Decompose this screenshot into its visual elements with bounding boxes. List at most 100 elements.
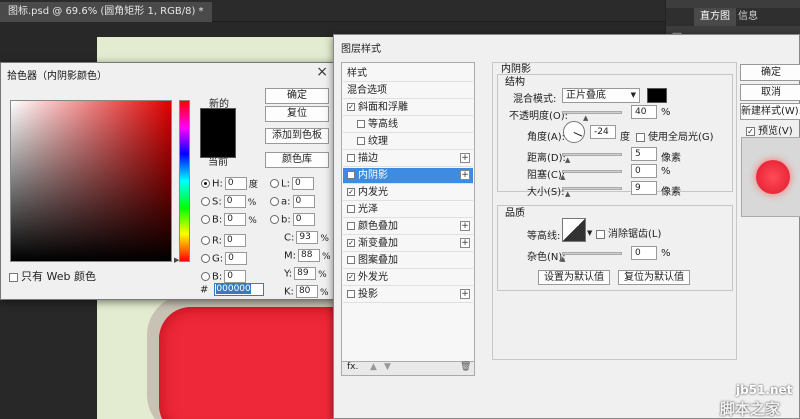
reset-to-default-button[interactable]: 复位为默认值 bbox=[618, 270, 690, 285]
web-colors-only-checkbox[interactable]: 只有 Web 颜色 bbox=[9, 268, 96, 284]
slider-thumb-icon[interactable]: ▲ bbox=[560, 255, 565, 263]
choke-slider[interactable]: ▲ bbox=[560, 170, 622, 181]
angle-input[interactable]: -24 bbox=[590, 125, 616, 139]
noise-input[interactable]: 0 bbox=[631, 246, 657, 260]
close-icon[interactable]: × bbox=[316, 64, 328, 80]
color-libraries-button[interactable]: 颜色库 bbox=[265, 152, 329, 168]
h-input[interactable]: 0 bbox=[224, 177, 247, 190]
radio-a[interactable] bbox=[270, 197, 279, 206]
move-up-icon[interactable]: ▲ bbox=[370, 362, 377, 372]
brightness-input[interactable]: 0 bbox=[224, 213, 247, 226]
m-input[interactable]: 88 bbox=[298, 249, 320, 262]
checkbox-icon[interactable]: ✓ bbox=[347, 239, 355, 247]
y-input[interactable]: 89 bbox=[294, 267, 317, 280]
add-to-swatches-button[interactable]: 添加到色板 bbox=[265, 128, 329, 144]
g-input[interactable]: 0 bbox=[225, 252, 248, 265]
add-icon[interactable]: + bbox=[460, 170, 470, 180]
chevron-down-icon[interactable]: ▼ bbox=[587, 229, 592, 237]
make-default-button[interactable]: 设置为默认值 bbox=[538, 270, 610, 285]
k-input[interactable]: 80 bbox=[295, 285, 318, 298]
blend-mode-select[interactable]: 正片叠底 ▼ bbox=[562, 88, 640, 103]
size-slider[interactable]: ▲ bbox=[562, 187, 622, 198]
checkbox-icon[interactable] bbox=[9, 272, 18, 282]
style-bevel[interactable]: ✓ 斜面和浮雕 bbox=[343, 100, 473, 116]
contour-preview[interactable] bbox=[562, 218, 586, 242]
size-input[interactable]: 9 bbox=[631, 181, 657, 195]
checkbox-icon[interactable] bbox=[357, 120, 365, 128]
checkbox-icon[interactable] bbox=[347, 154, 355, 162]
style-blend-options[interactable]: 混合选项 bbox=[343, 83, 473, 99]
add-icon[interactable]: + bbox=[460, 238, 470, 248]
style-inner-shadow[interactable]: ✓ 内阴影 + bbox=[343, 168, 473, 184]
shadow-color-swatch[interactable] bbox=[647, 88, 667, 103]
add-icon[interactable]: + bbox=[460, 221, 470, 231]
tab-info[interactable]: 信息 bbox=[732, 8, 764, 26]
checkbox-icon[interactable]: ✓ bbox=[347, 273, 355, 281]
angle-dial[interactable] bbox=[563, 121, 585, 143]
hue-slider[interactable] bbox=[179, 100, 190, 262]
b-input[interactable]: 0 bbox=[292, 213, 315, 226]
reset-button[interactable]: 复位 bbox=[265, 106, 329, 122]
radio-r[interactable] bbox=[201, 236, 210, 245]
global-light-checkbox[interactable]: 使用全局光(G) bbox=[636, 128, 714, 143]
radio-l[interactable] bbox=[270, 179, 279, 188]
ok-button[interactable]: 确定 bbox=[265, 88, 329, 104]
l-input[interactable]: 0 bbox=[291, 177, 314, 190]
checkbox-icon[interactable] bbox=[347, 222, 355, 230]
radio-h[interactable] bbox=[201, 179, 210, 188]
cancel-button[interactable]: 取消 bbox=[740, 84, 800, 101]
style-satin[interactable]: 光泽 bbox=[343, 202, 473, 218]
style-gradient-overlay[interactable]: ✓ 渐变叠加 + bbox=[343, 236, 473, 252]
checkbox-icon[interactable] bbox=[357, 137, 365, 145]
checkbox-icon[interactable] bbox=[347, 256, 355, 264]
checkbox-icon[interactable]: ✓ bbox=[746, 126, 755, 136]
style-contour[interactable]: 等高线 bbox=[343, 117, 473, 133]
style-pattern-overlay[interactable]: 图案叠加 bbox=[343, 253, 473, 269]
slider-thumb-icon[interactable]: ▲ bbox=[560, 173, 565, 181]
checkbox-icon[interactable]: ✓ bbox=[347, 103, 355, 111]
ok-button[interactable]: 确定 bbox=[740, 64, 800, 81]
style-inner-glow[interactable]: ✓ 内发光 bbox=[343, 185, 473, 201]
preview-checkbox[interactable]: ✓ 预览(V) bbox=[746, 122, 793, 137]
style-drop-shadow[interactable]: 投影 + bbox=[343, 287, 473, 303]
slider-thumb-icon[interactable]: ▲ bbox=[565, 156, 570, 164]
tab-histogram[interactable]: 直方图 bbox=[694, 8, 736, 26]
radio-g[interactable] bbox=[201, 254, 210, 263]
fx-icon[interactable]: fx. bbox=[347, 362, 358, 372]
style-stroke[interactable]: 描边 + bbox=[343, 151, 473, 167]
r-input[interactable]: 0 bbox=[224, 234, 247, 247]
c-input[interactable]: 93 bbox=[296, 231, 319, 244]
move-down-icon[interactable]: ▼ bbox=[384, 362, 391, 372]
slider-thumb-icon[interactable]: ▲ bbox=[565, 190, 570, 198]
opacity-slider[interactable]: ▲ bbox=[562, 111, 622, 122]
style-texture[interactable]: 纹理 bbox=[343, 134, 473, 150]
new-style-button[interactable]: 新建样式(W)... bbox=[740, 103, 800, 120]
a-input[interactable]: 0 bbox=[292, 195, 315, 208]
trash-icon[interactable]: 🗑 bbox=[460, 362, 471, 372]
style-list-header[interactable]: 样式 bbox=[343, 66, 473, 82]
radio-b[interactable] bbox=[270, 215, 279, 224]
style-outer-glow[interactable]: ✓ 外发光 bbox=[343, 270, 473, 286]
radio-s[interactable] bbox=[201, 197, 210, 206]
saturation-brightness-field[interactable] bbox=[10, 100, 172, 262]
checkbox-icon[interactable] bbox=[596, 229, 605, 239]
noise-slider[interactable]: ▲ bbox=[560, 252, 622, 263]
checkbox-icon[interactable] bbox=[347, 290, 355, 298]
blue-input[interactable]: 0 bbox=[224, 270, 247, 283]
radio-blue[interactable] bbox=[201, 272, 210, 281]
anti-alias-checkbox[interactable]: 消除锯齿(L) bbox=[596, 225, 661, 240]
document-tab[interactable]: 图标.psd @ 69.6% (圆角矩形 1, RGB/8) * bbox=[0, 2, 212, 22]
checkbox-icon[interactable] bbox=[636, 132, 645, 142]
add-icon[interactable]: + bbox=[460, 289, 470, 299]
checkbox-icon[interactable] bbox=[347, 205, 355, 213]
slider-thumb-icon[interactable]: ▲ bbox=[583, 114, 588, 122]
distance-input[interactable]: 5 bbox=[631, 147, 657, 161]
radio-brightness[interactable] bbox=[201, 215, 210, 224]
choke-input[interactable]: 0 bbox=[631, 164, 657, 178]
checkbox-icon[interactable]: ✓ bbox=[347, 171, 355, 179]
checkbox-icon[interactable]: ✓ bbox=[347, 188, 355, 196]
opacity-input[interactable]: 40 bbox=[631, 105, 657, 119]
hex-input[interactable]: 000000 bbox=[214, 283, 265, 296]
add-icon[interactable]: + bbox=[460, 153, 470, 163]
s-input[interactable]: 0 bbox=[223, 195, 246, 208]
